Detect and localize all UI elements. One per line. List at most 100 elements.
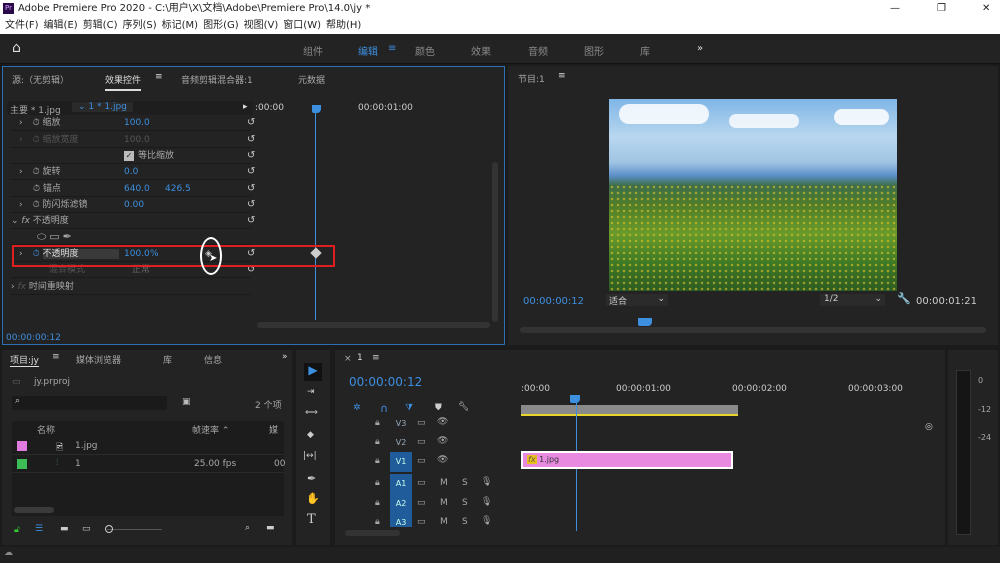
lock-icon[interactable]: 🔓︎ xyxy=(14,525,20,535)
workspace-libraries[interactable]: 库 xyxy=(640,43,650,58)
column-name[interactable]: 名称 xyxy=(37,423,55,436)
workspace-audio[interactable]: 音频 xyxy=(528,43,548,58)
track-select-tool[interactable]: ⇥ xyxy=(307,387,315,397)
wrench-icon[interactable]: 🔧 xyxy=(897,292,911,305)
track-height-scrollbar[interactable] xyxy=(345,530,400,536)
panel-menu-icon[interactable]: ≡ xyxy=(372,353,380,363)
menu-help[interactable]: 帮助(H) xyxy=(326,20,361,31)
quality-dropdown[interactable]: 1/2 ⌄ xyxy=(820,294,885,306)
maximize-button[interactable]: ❐ xyxy=(937,0,946,17)
program-timecode[interactable]: 00:00:00:12 xyxy=(523,296,584,307)
effect-time-remapping[interactable]: › fx 时间重映射 xyxy=(11,279,251,295)
list-item[interactable]: ⫶ 1 25.00 fps 00 xyxy=(12,456,285,473)
effect-timecode[interactable]: 00:00:00:12 xyxy=(6,333,61,343)
menu-sequence[interactable]: 序列(S) xyxy=(122,20,156,31)
menu-marker[interactable]: 标记(M) xyxy=(162,20,198,31)
tab-metadata[interactable]: 元数据 xyxy=(298,73,325,86)
ripple-edit-tool[interactable]: ⟺ xyxy=(305,408,318,418)
playhead-handle[interactable] xyxy=(312,105,321,113)
reset-icon[interactable]: ↺ xyxy=(247,181,255,197)
solo-button[interactable]: S xyxy=(462,498,468,508)
program-title[interactable]: 节目:1 xyxy=(518,72,545,85)
workspace-color[interactable]: 颜色 xyxy=(415,43,435,58)
ellipse-mask-icon[interactable]: ⬭ xyxy=(37,230,46,243)
zoom-slider[interactable] xyxy=(105,525,162,533)
workspace-assembly[interactable]: 组件 xyxy=(303,43,323,58)
add-marker-icon[interactable]: ⛊ xyxy=(435,403,442,413)
program-scrollbar[interactable] xyxy=(520,327,986,333)
menu-edit[interactable]: 编辑(E) xyxy=(44,20,78,31)
column-frame-rate[interactable]: 帧速率 ⌃ xyxy=(192,423,229,436)
reset-icon[interactable]: ↺ xyxy=(247,148,255,164)
home-icon[interactable]: ⌂ xyxy=(12,40,21,56)
nest-icon[interactable]: ✲ xyxy=(353,403,361,413)
uniform-scale-checkbox[interactable]: ✓ xyxy=(124,151,134,161)
tab-info[interactable]: 信息 xyxy=(204,353,222,366)
solo-button[interactable]: S xyxy=(462,478,468,488)
find-icon[interactable]: ⌕ xyxy=(245,523,250,533)
tab-media-browser[interactable]: 媒体浏览器 xyxy=(76,353,121,366)
menu-window[interactable]: 窗口(W) xyxy=(283,20,321,31)
timeline-timecode[interactable]: 00:00:00:12 xyxy=(349,375,422,389)
icon-view-icon[interactable]: ▬ xyxy=(60,524,69,534)
work-area-bar[interactable] xyxy=(521,405,738,416)
reset-icon[interactable]: ↺ xyxy=(247,164,255,180)
minimize-button[interactable]: — xyxy=(890,0,900,17)
program-playhead[interactable] xyxy=(638,318,652,326)
reset-icon[interactable]: ↺ xyxy=(247,115,255,131)
horizontal-scrollbar[interactable] xyxy=(14,507,54,513)
fit-dropdown[interactable]: 适合 ⌄ xyxy=(606,294,668,307)
panel-menu-icon[interactable]: ≡ xyxy=(52,352,60,362)
bin-search-icon[interactable]: ▣ xyxy=(182,397,191,407)
menu-graphics[interactable]: 图形(G) xyxy=(203,20,239,31)
microphone-icon[interactable]: 🎙︎ xyxy=(481,497,492,507)
tab-project[interactable]: 项目:jy xyxy=(10,353,39,367)
clip-1jpg[interactable]: fx 1.jpg xyxy=(521,451,733,469)
timeline-playhead[interactable] xyxy=(570,395,580,403)
hand-tool[interactable]: ✋ xyxy=(306,492,320,505)
linked-selection-icon[interactable]: ⧩ xyxy=(405,403,413,413)
list-view-icon[interactable]: ☰ xyxy=(35,524,43,534)
sync-lock-icon[interactable]: ▭ xyxy=(417,456,426,466)
tab-libraries[interactable]: 库 xyxy=(163,353,172,366)
workspace-effects[interactable]: 效果 xyxy=(471,43,491,58)
menu-view[interactable]: 视图(V) xyxy=(244,20,279,31)
microphone-icon[interactable]: 🎙︎ xyxy=(481,477,492,487)
selection-tool[interactable]: ▶ xyxy=(304,363,322,381)
eye-icon[interactable]: 👁︎ xyxy=(437,436,448,446)
menu-file[interactable]: 文件(F) xyxy=(5,20,39,31)
vertical-scrollbar[interactable] xyxy=(492,162,498,322)
more-tabs-button[interactable]: » xyxy=(282,352,288,362)
play-only-icon[interactable]: ▸ xyxy=(243,102,248,112)
close-button[interactable]: ✕ xyxy=(982,0,990,17)
reset-icon[interactable]: ↺ xyxy=(247,213,255,229)
tab-source[interactable]: 源:（无剪辑） xyxy=(12,73,69,86)
freeform-view-icon[interactable]: ▭ xyxy=(82,524,91,534)
eye-icon[interactable]: 👁︎ xyxy=(437,417,448,427)
new-bin-icon[interactable]: ▬ xyxy=(266,523,275,533)
close-sequence-icon[interactable]: × xyxy=(344,354,352,364)
eye-icon[interactable]: 👁︎ xyxy=(437,455,448,465)
search-input[interactable]: ⌕ xyxy=(12,396,167,410)
column-media[interactable]: 媒 xyxy=(269,423,278,436)
pen-tool[interactable]: ✒ xyxy=(307,472,316,485)
sync-lock-icon[interactable]: ▭ xyxy=(417,437,426,447)
reset-icon[interactable]: ↺ xyxy=(247,197,255,213)
type-tool[interactable]: T xyxy=(307,512,316,527)
timeline-zoom-scrollbar[interactable] xyxy=(257,322,490,328)
rect-mask-icon[interactable]: ▭ xyxy=(49,230,59,243)
more-workspaces-button[interactable]: » xyxy=(697,43,703,54)
scale-value[interactable]: 100.0 xyxy=(124,115,150,131)
list-item[interactable]: 🖻 1.jpg xyxy=(12,438,284,455)
workspace-graphics[interactable]: 图形 xyxy=(584,43,604,58)
tab-effect-controls[interactable]: 效果控件 xyxy=(105,73,142,91)
vertical-zoom-handle[interactable]: ◎ xyxy=(925,422,933,432)
menu-clip[interactable]: 剪辑(C) xyxy=(83,20,118,31)
pen-mask-icon[interactable]: ✒ xyxy=(63,230,72,243)
slip-tool[interactable]: |↔| xyxy=(303,451,317,461)
workspace-menu-icon[interactable]: ≡ xyxy=(388,43,396,54)
razor-tool[interactable]: ◆ xyxy=(307,430,314,440)
sync-lock-icon[interactable]: ▭ xyxy=(417,418,426,428)
mute-button[interactable]: M xyxy=(440,498,448,508)
tab-audio-clip-mixer[interactable]: 音频剪辑混合器:1 xyxy=(181,73,253,86)
